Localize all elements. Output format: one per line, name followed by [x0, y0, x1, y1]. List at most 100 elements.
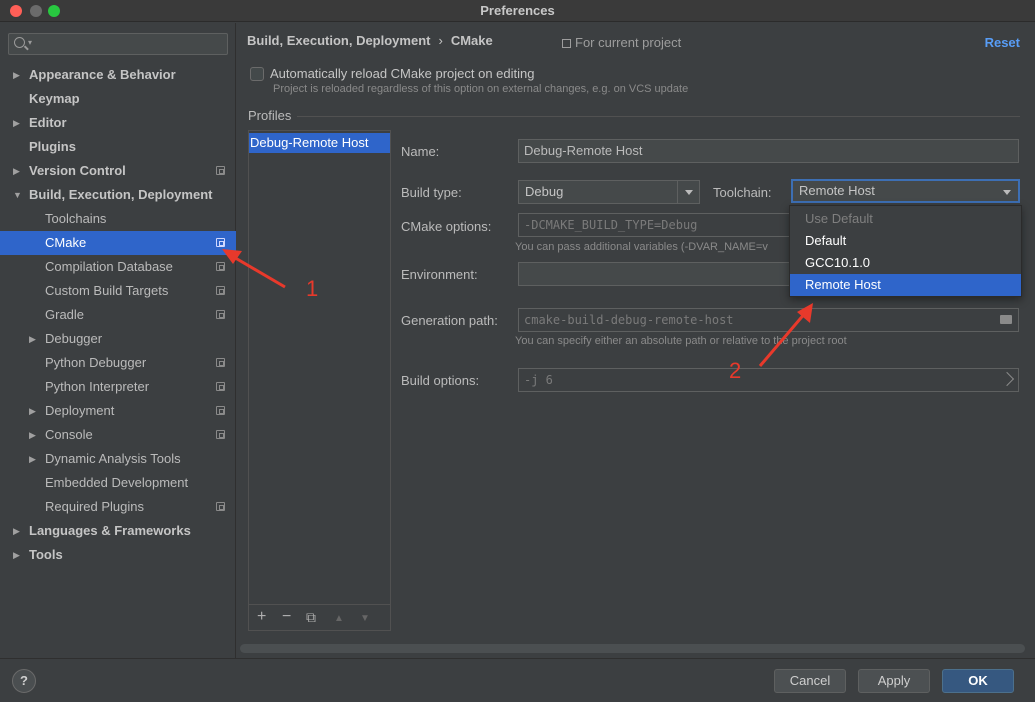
- project-level-icon: [216, 286, 225, 295]
- toolchain-select[interactable]: Remote Host: [791, 179, 1020, 203]
- sidebar-item-debugger[interactable]: ▶ Debugger: [0, 327, 236, 351]
- add-profile-button[interactable]: +: [257, 608, 266, 626]
- sidebar-item-label: Embedded Development: [45, 475, 189, 490]
- sidebar-item-appearance-behavior[interactable]: ▶ Appearance & Behavior: [0, 63, 236, 87]
- sidebar-item-label: Gradle: [45, 307, 85, 322]
- sidebar-item-python-debugger[interactable]: Python Debugger: [0, 351, 236, 375]
- project-level-icon: [216, 262, 225, 271]
- chevron-right-icon[interactable]: ▶: [29, 447, 36, 471]
- chevron-right-icon[interactable]: ▶: [13, 159, 20, 183]
- sidebar-item-embedded-development[interactable]: Embedded Development: [0, 471, 236, 495]
- generation-path-value: cmake-build-debug-remote-host: [524, 313, 734, 327]
- sidebar-item-version-control[interactable]: ▶ Version Control: [0, 159, 236, 183]
- horizontal-scrollbar[interactable]: [240, 644, 1025, 653]
- remove-profile-button[interactable]: −: [282, 608, 291, 626]
- cancel-button[interactable]: Cancel: [774, 669, 846, 693]
- ok-button[interactable]: OK: [942, 669, 1014, 693]
- chevron-right-icon[interactable]: ▶: [13, 111, 20, 135]
- project-level-icon: [216, 430, 225, 439]
- dropdown-option-remote-host[interactable]: Remote Host: [790, 274, 1021, 296]
- settings-sidebar: ▾ ▶ Appearance & Behavior Keymap ▶ Editor Plu…: [0, 23, 236, 658]
- profile-name-field[interactable]: Debug-Remote Host: [518, 139, 1019, 163]
- cmake-options-field[interactable]: -DCMAKE_BUILD_TYPE=Debug: [518, 213, 793, 237]
- sidebar-item-toolchains[interactable]: Toolchains: [0, 207, 236, 231]
- section-divider: [297, 116, 1020, 117]
- sidebar-item-dynamic-analysis-tools[interactable]: ▶ Dynamic Analysis Tools: [0, 447, 236, 471]
- sidebar-item-custom-build-targets[interactable]: Custom Build Targets: [0, 279, 236, 303]
- chevron-down-icon: ▾: [28, 38, 33, 47]
- build-options-field[interactable]: -j 6: [518, 368, 1019, 392]
- project-level-icon: [216, 406, 225, 415]
- expand-icon[interactable]: [999, 371, 1015, 387]
- move-up-button[interactable]: ▲: [334, 610, 344, 628]
- sidebar-item-label: Console: [45, 427, 93, 442]
- help-button[interactable]: ?: [12, 669, 36, 693]
- build-type-select[interactable]: Debug: [518, 180, 700, 204]
- auto-reload-hint: Project is reloaded regardless of this o…: [273, 83, 689, 95]
- copy-profile-button[interactable]: ⧉: [306, 608, 316, 626]
- reset-link[interactable]: Reset: [985, 35, 1020, 50]
- sidebar-item-label: Deployment: [45, 403, 115, 418]
- project-level-icon: [216, 502, 225, 511]
- build-type-value: Debug: [525, 184, 564, 199]
- chevron-right-icon[interactable]: ▶: [29, 423, 36, 447]
- settings-content: Build, Execution, Deployment › CMake For c…: [237, 23, 1035, 658]
- sidebar-item-keymap[interactable]: Keymap: [0, 87, 236, 111]
- sidebar-item-compilation-database[interactable]: Compilation Database: [0, 255, 236, 279]
- folder-icon[interactable]: [1000, 315, 1012, 324]
- generation-path-field[interactable]: cmake-build-debug-remote-host: [518, 308, 1019, 332]
- chevron-down-icon[interactable]: ▼: [13, 183, 22, 207]
- sidebar-item-label: Build, Execution, Deployment: [29, 187, 213, 202]
- move-down-button[interactable]: ▼: [360, 610, 370, 628]
- annotation-marker-2: 2: [729, 358, 742, 383]
- project-level-icon: [216, 382, 225, 391]
- sidebar-item-required-plugins[interactable]: Required Plugins: [0, 495, 236, 519]
- profile-item[interactable]: Debug-Remote Host: [249, 133, 390, 153]
- sidebar-item-label: Debugger: [45, 331, 103, 346]
- profiles-list: Debug-Remote Host + − ⧉ ▲ ▼: [248, 130, 391, 631]
- profiles-toolbar: + − ⧉ ▲ ▼: [249, 604, 390, 630]
- sidebar-item-plugins[interactable]: Plugins: [0, 135, 236, 159]
- apply-button[interactable]: Apply: [858, 669, 930, 693]
- sidebar-item-label: Version Control: [29, 163, 126, 178]
- chevron-right-icon[interactable]: ▶: [29, 327, 36, 351]
- for-project-text: For current project: [575, 35, 682, 50]
- sidebar-item-gradle[interactable]: Gradle: [0, 303, 236, 327]
- dropdown-option-default[interactable]: Default: [790, 230, 1021, 252]
- sidebar-item-console[interactable]: ▶ Console: [0, 423, 236, 447]
- auto-reload-checkbox[interactable]: [250, 67, 264, 81]
- build-options-value: -j 6: [524, 373, 553, 387]
- chevron-down-icon: [996, 181, 1018, 203]
- environment-field[interactable]: [518, 262, 793, 286]
- generation-path-hint: You can specify either an absolute path …: [515, 335, 847, 347]
- search-input[interactable]: ▾: [8, 33, 228, 55]
- auto-reload-label[interactable]: Automatically reload CMake project on ed…: [270, 66, 534, 81]
- sidebar-item-python-interpreter[interactable]: Python Interpreter: [0, 375, 236, 399]
- name-label: Name:: [401, 144, 440, 159]
- sidebar-item-label: Python Interpreter: [45, 379, 150, 394]
- cmake-options-hint: You can pass additional variables (-DVAR…: [515, 241, 768, 253]
- for-current-project-label: For current project: [562, 35, 681, 50]
- sidebar-item-label: Appearance & Behavior: [29, 67, 176, 82]
- breadcrumb-parent[interactable]: Build, Execution, Deployment: [247, 33, 430, 48]
- sidebar-item-tools[interactable]: ▶ Tools: [0, 543, 236, 567]
- chevron-right-icon[interactable]: ▶: [13, 63, 20, 87]
- sidebar-item-languages-frameworks[interactable]: ▶ Languages & Frameworks: [0, 519, 236, 543]
- sidebar-item-cmake[interactable]: CMake: [0, 231, 236, 255]
- sidebar-item-label: Dynamic Analysis Tools: [45, 451, 181, 466]
- chevron-right-icon[interactable]: ▶: [29, 399, 36, 423]
- sidebar-item-label: Python Debugger: [45, 355, 147, 370]
- dropdown-option-gcc[interactable]: GCC10.1.0: [790, 252, 1021, 274]
- project-level-icon: [216, 358, 225, 367]
- sidebar-item-editor[interactable]: ▶ Editor: [0, 111, 236, 135]
- chevron-right-icon[interactable]: ▶: [13, 543, 20, 567]
- sidebar-item-label: CMake: [45, 235, 87, 250]
- sidebar-item-deployment[interactable]: ▶ Deployment: [0, 399, 236, 423]
- sidebar-item-label: Required Plugins: [45, 499, 145, 514]
- sidebar-item-build-execution-deployment[interactable]: ▼ Build, Execution, Deployment: [0, 183, 236, 207]
- sidebar-item-label: Languages & Frameworks: [29, 523, 191, 538]
- sidebar-item-label: Plugins: [29, 139, 76, 154]
- annotation-marker-1: 1: [306, 276, 319, 301]
- chevron-right-icon[interactable]: ▶: [13, 519, 20, 543]
- generation-path-label: Generation path:: [401, 313, 498, 328]
